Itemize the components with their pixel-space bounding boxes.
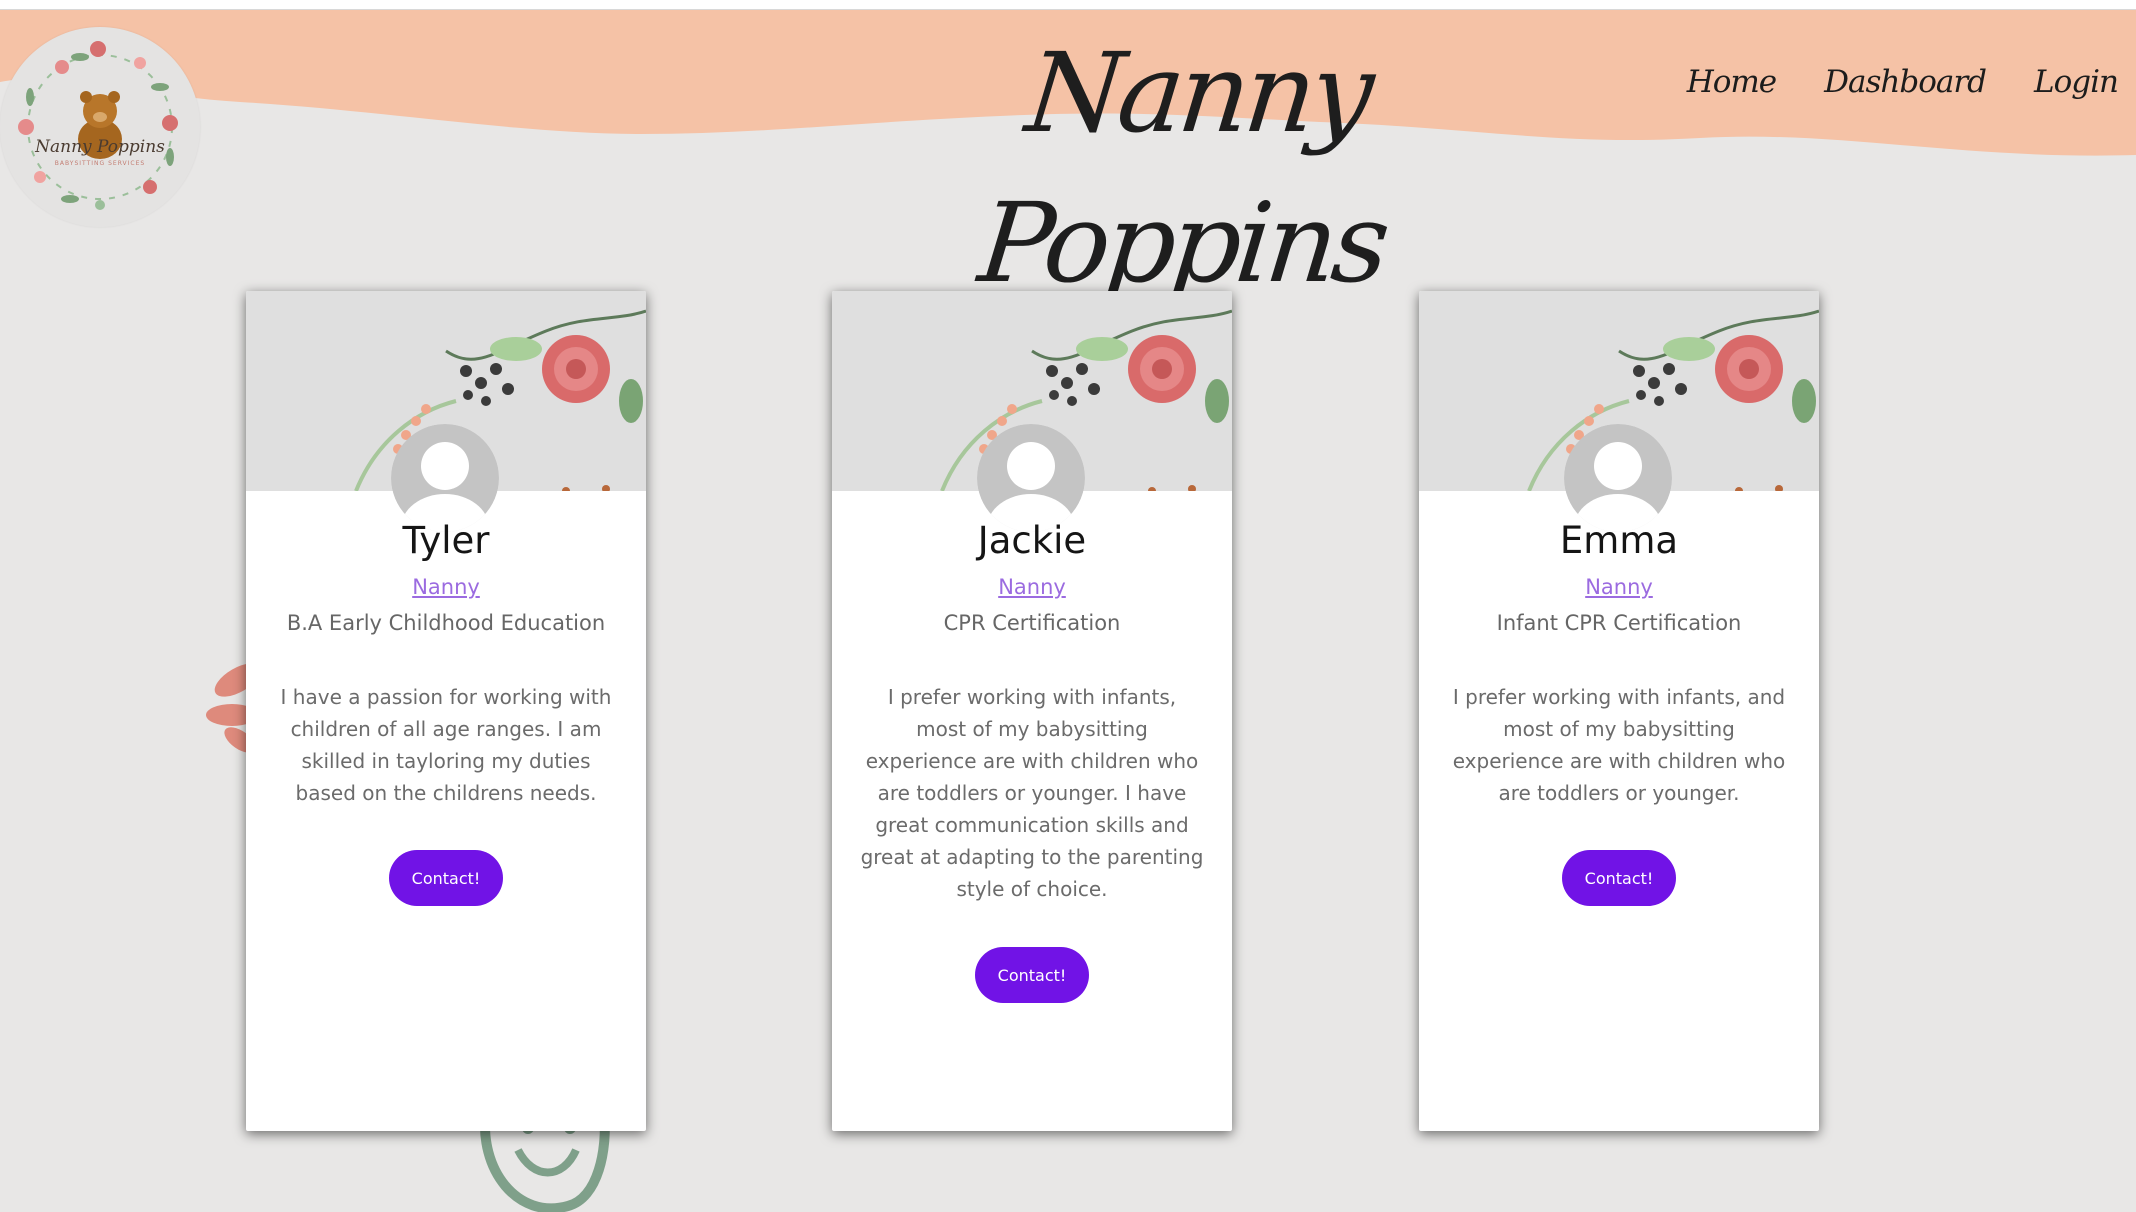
- nanny-name: Tyler: [402, 519, 490, 562]
- nanny-name: Jackie: [977, 519, 1087, 562]
- logo-subtext: BABYSITTING SERVICES: [54, 160, 146, 167]
- nanny-card: Emma Nanny Infant CPR Certification I pr…: [1419, 291, 1819, 1131]
- nanny-name: Emma: [1559, 519, 1679, 562]
- nav-login-link[interactable]: Login: [2034, 64, 2119, 100]
- nanny-certification: B.A Early Childhood Education: [286, 611, 606, 635]
- nanny-role-link[interactable]: Nanny: [832, 575, 1232, 599]
- nanny-certification: Infant CPR Certification: [1496, 611, 1742, 635]
- nanny-card: Tyler Nanny B.A Early Childhood Educatio…: [246, 291, 646, 1131]
- avatar-placeholder-icon: [1564, 424, 1672, 532]
- nanny-card: Jackie Nanny CPR Certification I prefer …: [832, 291, 1232, 1131]
- nanny-certification: CPR Certification: [943, 611, 1121, 635]
- site-title: Nanny Poppins: [973, 29, 1391, 307]
- contact-button[interactable]: Contact!: [975, 947, 1089, 1003]
- nav-dashboard-link[interactable]: Dashboard: [1824, 64, 1987, 100]
- avatar-placeholder-icon: [391, 424, 499, 532]
- top-nav: Home Dashboard Login: [1639, 64, 2119, 100]
- nanny-bio: I prefer working with infants, and most …: [1452, 685, 1786, 805]
- nanny-role-link[interactable]: Nanny: [246, 575, 646, 599]
- nanny-bio: I prefer working with infants, most of m…: [860, 685, 1204, 901]
- nanny-bio: I have a passion for working with childr…: [280, 685, 612, 805]
- nav-home-link[interactable]: Home: [1687, 64, 1777, 100]
- avatar-placeholder-icon: [977, 424, 1085, 532]
- contact-button[interactable]: Contact!: [1562, 850, 1676, 906]
- brand-logo[interactable]: Nanny Poppins BABYSITTING SERVICES: [0, 27, 200, 227]
- nanny-role-link[interactable]: Nanny: [1419, 575, 1819, 599]
- floral-wreath-icon: [18, 41, 178, 210]
- contact-button[interactable]: Contact!: [389, 850, 503, 906]
- logo-text: Nanny Poppins: [35, 137, 165, 157]
